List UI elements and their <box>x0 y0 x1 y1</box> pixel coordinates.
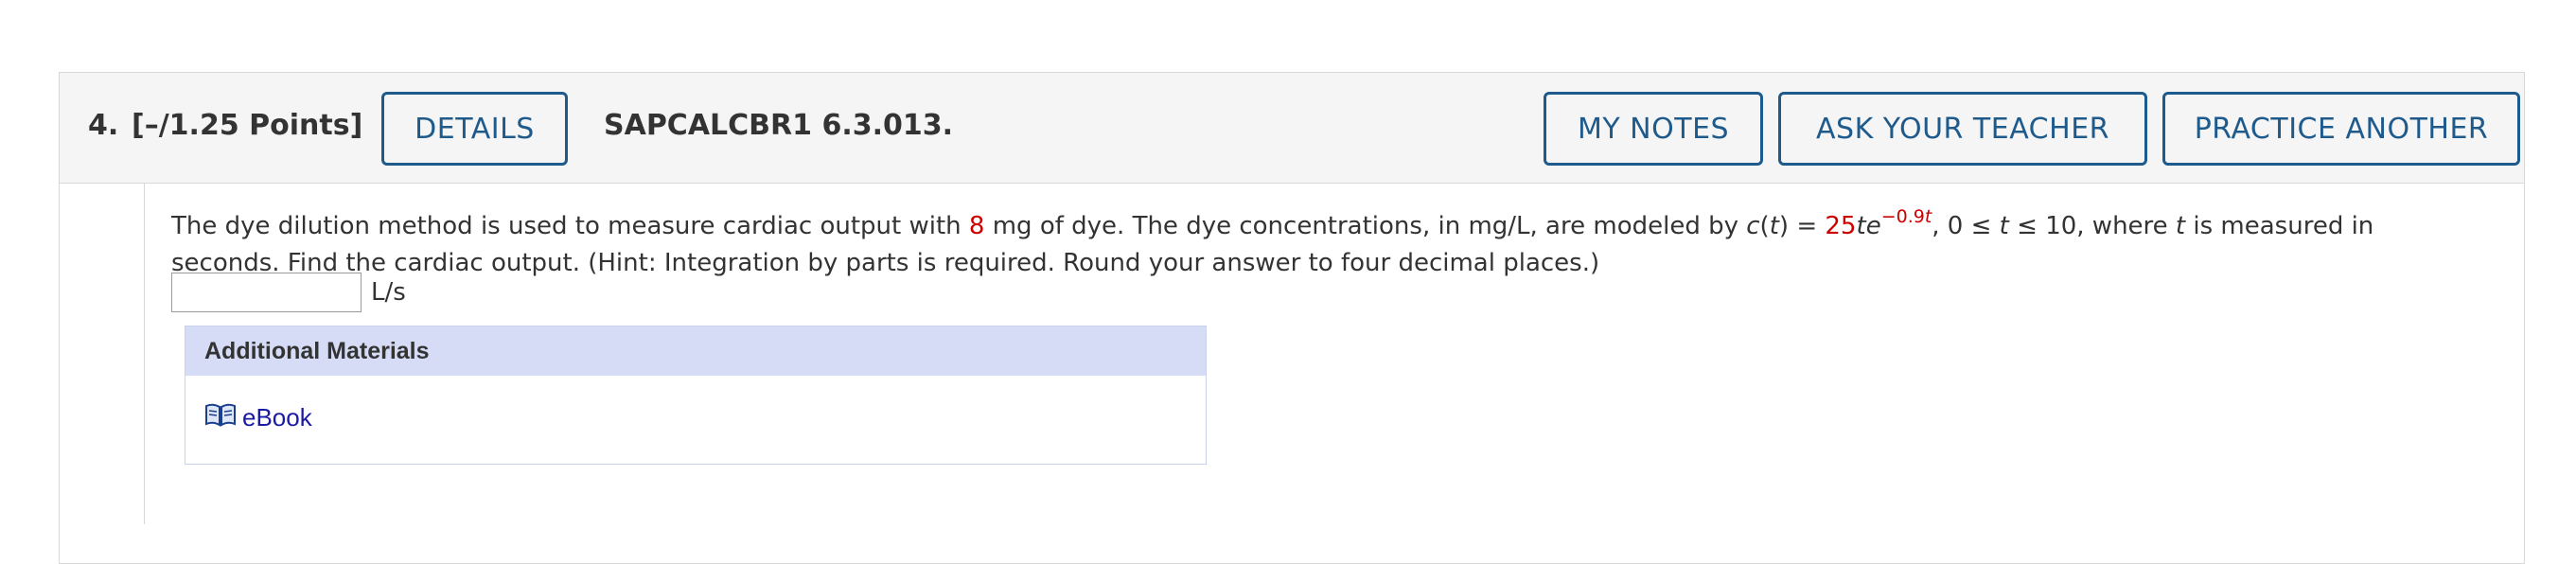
ebook-label: eBook <box>242 402 312 432</box>
question-body: The dye dilution method is used to measu… <box>144 184 2525 524</box>
function-e: e <box>1865 212 1881 240</box>
my-notes-button[interactable]: MY NOTES <box>1544 92 1763 166</box>
function-variable: t <box>1769 212 1779 240</box>
domain-end: ≤ 10, where <box>2008 212 2176 240</box>
open-book-icon <box>204 402 237 432</box>
dye-amount: 8 <box>968 212 985 240</box>
domain-variable: t <box>1999 212 2009 240</box>
ask-your-teacher-button[interactable]: ASK YOUR TEACHER <box>1778 92 2147 166</box>
question-code: SAPCALCBR1 6.3.013. <box>604 109 954 142</box>
answer-row: L/s <box>171 271 406 314</box>
question-points: [–/1.25 Points] <box>132 109 363 142</box>
exponent: −0.9 <box>1880 206 1925 227</box>
additional-materials-panel: Additional Materials eBook <box>185 326 1207 465</box>
function-t: t <box>1856 212 1866 240</box>
details-button[interactable]: DETAILS <box>381 92 568 166</box>
where-variable: t <box>2175 212 2186 240</box>
answer-unit: L/s <box>371 278 406 307</box>
problem-text-part1: The dye dilution method is used to measu… <box>171 212 969 240</box>
ebook-link[interactable]: eBook <box>204 402 312 432</box>
domain-separator: , 0 ≤ <box>1932 212 2000 240</box>
practice-another-button[interactable]: PRACTICE ANOTHER <box>2162 92 2520 166</box>
function-name: c <box>1746 212 1760 240</box>
problem-text-part2: mg of dye. The dye concentrations, in mg… <box>984 212 1747 240</box>
question-number: 4. <box>88 109 119 142</box>
coefficient: 25 <box>1825 212 1857 240</box>
answer-input[interactable] <box>171 273 362 312</box>
question-header: 4. [–/1.25 Points] DETAILS SAPCALCBR1 6.… <box>59 72 2525 184</box>
additional-materials-header: Additional Materials <box>185 326 1206 376</box>
problem-text: The dye dilution method is used to measu… <box>171 206 2374 277</box>
function-equals: = <box>1789 212 1826 240</box>
